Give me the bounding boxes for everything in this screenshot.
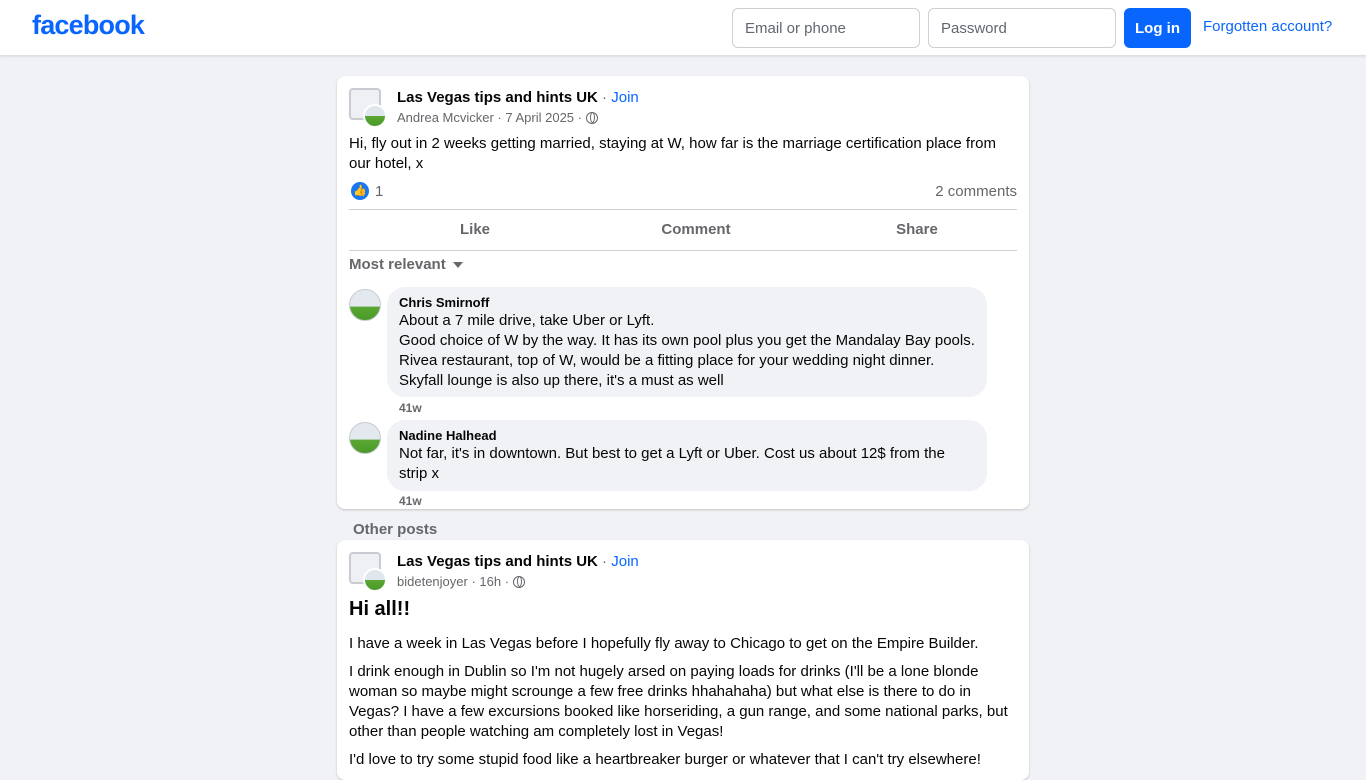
author-name[interactable]: Andrea Mcvicker [397,110,494,125]
other-posts-heading: Other posts [353,521,438,538]
comment-line: Skyfall lounge is also up there, it's a … [399,372,724,389]
top-bar: facebook Log in Forgotten account? [0,0,1366,56]
group-avatar[interactable] [349,88,387,128]
thumbs-up-icon[interactable]: 👍 [351,182,369,200]
globe-icon [512,576,525,588]
like-button[interactable]: Like [364,210,586,250]
comment-line: About a 7 mile drive, take Uber or Lyft. [399,312,655,329]
post-paragraph: I have a week in Las Vegas before I hope… [349,635,979,652]
action-bar: Like Comment Share [349,209,1017,251]
comment-line: strip x [399,465,440,482]
commenter-avatar[interactable] [349,289,381,321]
forgot-account-link[interactable]: Forgotten account? [1203,18,1332,35]
post-header: Las Vegas tips and hints UK · Join [397,89,639,106]
sort-dropdown[interactable]: Most relevant [349,256,463,273]
group-name[interactable]: Las Vegas tips and hints UK [397,553,598,570]
like-count[interactable]: 1 [375,183,383,200]
email-field[interactable] [732,8,920,48]
comment-time[interactable]: 41w [399,401,422,415]
post-meta: Andrea Mcvicker · 7 April 2025 · [397,110,598,125]
post-card: Las Vegas tips and hints UK · Join bidet… [337,540,1029,780]
post-paragraph: I drink enough in Dublin so I'm not huge… [349,663,1008,740]
commenter-avatar[interactable] [349,422,381,454]
post-text: Hi, fly out in 2 weeks getting married, … [349,135,996,172]
author-avatar [363,104,387,128]
login-button[interactable]: Log in [1124,8,1191,48]
author-name[interactable]: bidetenjoyer [397,574,468,589]
group-name[interactable]: Las Vegas tips and hints UK [397,89,598,106]
comment-line: Good choice of W by the way. It has its … [399,332,975,349]
post-date[interactable]: 16h [479,574,501,589]
sort-label: Most relevant [349,256,446,273]
share-button[interactable]: Share [806,210,1028,250]
comments-count[interactable]: 2 comments [935,183,1017,200]
comment-bubble: Chris Smirnoff About a 7 mile drive, tak… [387,287,987,397]
commenter-name[interactable]: Nadine Halhead [399,428,975,444]
join-link[interactable]: Join [611,553,639,570]
post-header: Las Vegas tips and hints UK · Join [397,553,639,570]
commenter-name[interactable]: Chris Smirnoff [399,295,975,311]
post-meta: bidetenjoyer · 16h · [397,574,525,589]
comment-bubble: Nadine Halhead Not far, it's in downtown… [387,420,987,491]
author-avatar [363,568,387,592]
post-paragraph: I'd love to try some stupid food like a … [349,751,981,768]
comment-line: Rivea restaurant, top of W, would be a f… [399,352,935,369]
password-field[interactable] [928,8,1116,48]
facebook-logo[interactable]: facebook [32,10,145,41]
post-title: Hi all!! [349,598,411,620]
comment-time[interactable]: 41w [399,494,422,508]
comment-button[interactable]: Comment [585,210,807,250]
caret-down-icon [452,262,463,268]
post-card: Las Vegas tips and hints UK · Join Andre… [337,76,1029,509]
globe-icon [585,112,598,124]
post-date[interactable]: 7 April 2025 [505,110,574,125]
comment-line: Not far, it's in downtown. But best to g… [399,445,945,462]
group-avatar[interactable] [349,552,387,592]
join-link[interactable]: Join [611,89,639,106]
reactions-bar: 👍 1 2 comments [349,182,1017,202]
